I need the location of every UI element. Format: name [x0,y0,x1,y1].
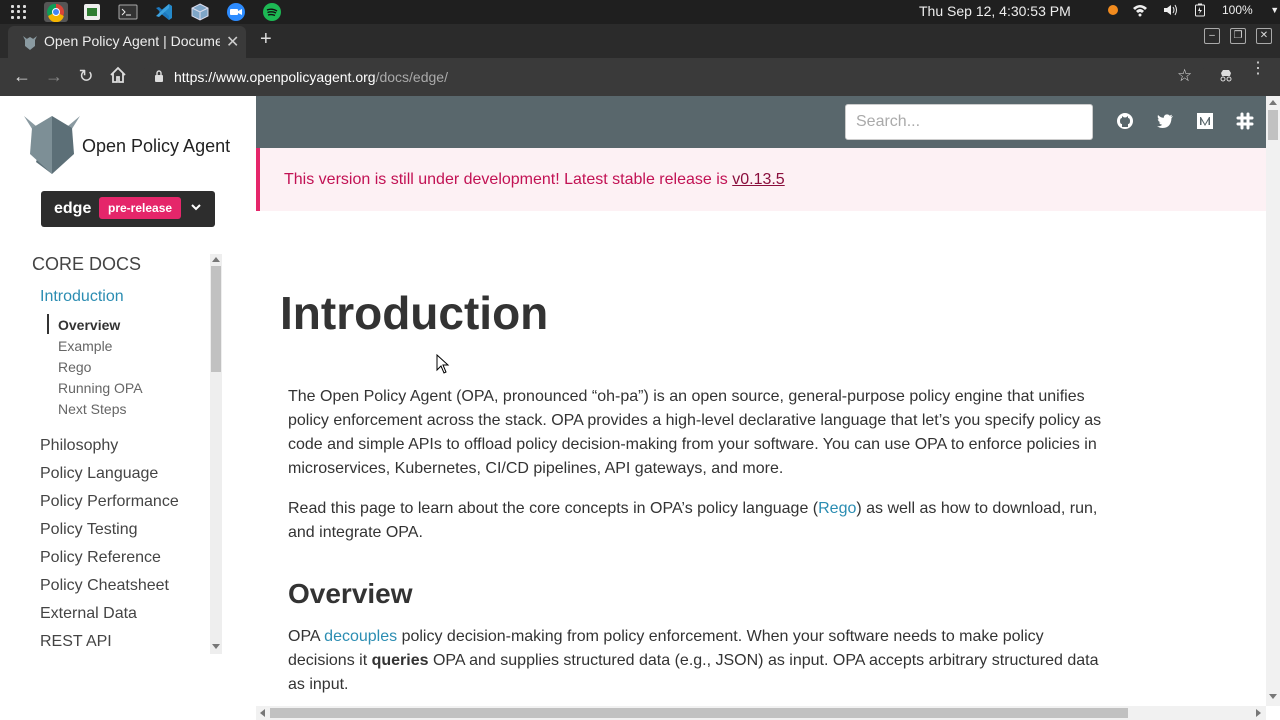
home-icon[interactable] [108,66,128,86]
intro-paragraph: The Open Policy Agent (OPA, pronounced “… [288,388,1102,477]
nav-item-policy-performance[interactable]: Policy Performance [40,493,179,511]
battery-icon[interactable] [1192,3,1208,17]
app-launcher-icon[interactable] [6,2,30,22]
back-icon[interactable]: ← [12,66,32,86]
clock[interactable]: Thu Sep 12, 4:30:53 PM [919,3,1071,19]
stable-release-link[interactable]: v0.13.5 [732,171,784,188]
zoom-icon[interactable] [224,2,248,22]
spotify-icon[interactable] [260,2,284,22]
url-text[interactable]: https://www.openpolicyagent.org/docs/edg… [174,69,448,85]
github-icon[interactable] [1116,112,1134,130]
docs-nav: CORE DOCS Introduction Overview Example … [0,246,210,656]
vscode-icon[interactable] [152,2,176,22]
extension-icon[interactable] [1218,67,1234,86]
nav-item-policy-testing[interactable]: Policy Testing [40,521,138,539]
wifi-icon[interactable] [1132,3,1148,17]
new-tab-icon[interactable]: + [260,28,272,51]
overview-text-pre: OPA [288,628,325,645]
scroll-down-arrow-icon[interactable] [212,644,220,649]
url-path: /docs/edge/ [375,69,448,85]
slides-icon[interactable] [80,2,104,22]
version-selector[interactable]: edge pre-release [41,191,215,227]
sidebar-scrollbar[interactable] [210,254,222,654]
sidebar-scroll-thumb[interactable] [211,266,221,372]
nav-item-policy-reference[interactable]: Policy Reference [40,549,161,567]
slack-icon[interactable] [1236,112,1254,130]
nav-item-philosophy[interactable]: Philosophy [40,437,118,455]
page-vertical-scroll-thumb[interactable] [1268,110,1278,140]
lock-icon[interactable] [154,70,164,82]
forward-icon[interactable]: → [44,66,64,86]
search-input[interactable] [845,104,1093,140]
page-horizontal-scrollbar[interactable] [256,706,1266,720]
page-horizontal-scroll-thumb[interactable] [270,708,1128,718]
terminal-icon[interactable] [116,2,140,22]
dock-apps [44,2,284,23]
nav-item-policy-language[interactable]: Policy Language [40,465,158,483]
version-label: edge [54,200,92,217]
browser-tab-bar: Open Policy Agent | Documentation ✕ + – … [0,24,1280,58]
nav-subitem-overview[interactable]: Overview [58,317,120,333]
web-page: Open Policy Agent edge pre-release CORE … [0,96,1280,720]
nav-subitem-example[interactable]: Example [58,338,112,354]
banner-message: This version is still under development!… [284,171,785,189]
close-tab-icon[interactable]: ✕ [226,32,239,52]
browser-toolbar: ← → ↻ https://www.openpolicyagent.org/do… [0,58,1280,96]
overview-heading: Overview [288,578,413,609]
docs-sidebar: Open Policy Agent edge pre-release CORE … [0,96,256,720]
medium-icon[interactable] [1196,112,1214,130]
nav-subitem-rego[interactable]: Rego [58,359,91,375]
close-window-icon[interactable]: ✕ [1256,28,1272,44]
queries-bold: queries [371,652,429,669]
banner-text: This version is still under development!… [284,171,733,188]
minimize-icon[interactable]: – [1204,28,1220,44]
bookmark-star-icon[interactable]: ☆ [1177,66,1192,86]
opa-favicon-icon [23,36,37,50]
logo-text[interactable]: Open Policy Agent [82,136,230,157]
virtualbox-icon[interactable] [188,2,212,22]
restore-icon[interactable]: ❐ [1230,28,1246,44]
mouse-cursor-icon [436,354,450,374]
address-bar[interactable]: https://www.openpolicyagent.org/docs/edg… [142,62,1206,92]
twitter-icon[interactable] [1156,112,1174,130]
nav-item-external-data[interactable]: External Data [40,605,137,623]
browser-menu-icon[interactable]: ⋮ [1250,61,1266,77]
nav-item-introduction[interactable]: Introduction [40,288,124,306]
learn-paragraph: Read this page to learn about the core c… [288,497,1108,545]
nav-item-rest-api[interactable]: REST API [40,633,112,651]
tab-title: Open Policy Agent | Documentation [44,33,220,49]
browser-tab[interactable]: Open Policy Agent | Documentation ✕ [8,26,246,58]
rego-link[interactable]: Rego [818,500,856,517]
page-title: Introduction [280,287,549,339]
battery-percent: 100% [1222,3,1253,17]
scroll-up-arrow-icon[interactable] [212,257,220,262]
active-sub-indicator [47,314,49,334]
url-host: https://www.openpolicyagent.org [174,69,376,85]
volume-icon[interactable] [1162,3,1178,17]
nav-section-core-docs: CORE DOCS [32,254,142,274]
nav-subitem-running-opa[interactable]: Running OPA [58,380,143,396]
system-tray: 100% ▼ [1108,3,1280,17]
nav-subitem-next-steps[interactable]: Next Steps [58,401,126,417]
pre-release-badge: pre-release [99,197,182,219]
notification-dot-icon[interactable] [1108,5,1118,15]
os-top-bar: Thu Sep 12, 4:30:53 PM 100% ▼ [0,0,1280,24]
page-vertical-scrollbar[interactable] [1266,96,1280,706]
dev-version-banner: This version is still under development!… [256,148,1266,211]
decouples-link[interactable]: decouples [324,628,397,645]
site-header [256,96,1266,148]
power-menu-icon[interactable]: ▼ [1267,3,1280,17]
page-scroll-left-icon[interactable] [260,709,265,717]
learn-text-pre: Read this page to learn about the core c… [288,500,819,517]
page-scroll-up-icon[interactable] [1269,100,1277,105]
overview-paragraph: OPA decouples policy decision-making fro… [288,625,1108,697]
page-scroll-down-icon[interactable] [1269,694,1277,699]
opa-logo-icon[interactable] [20,106,84,178]
chevron-down-icon [190,201,202,215]
chrome-icon[interactable] [44,2,68,23]
page-scroll-right-icon[interactable] [1256,709,1261,717]
reload-icon[interactable]: ↻ [76,66,96,86]
nav-item-policy-cheatsheet[interactable]: Policy Cheatsheet [40,577,169,595]
